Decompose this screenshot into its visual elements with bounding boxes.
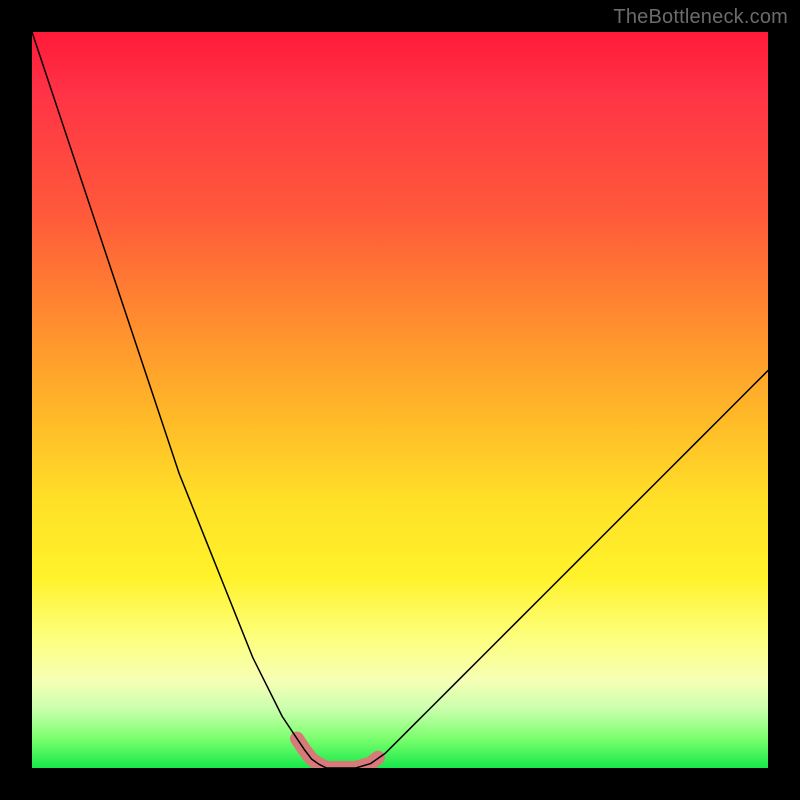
bottleneck-curve [32, 32, 768, 768]
flat-bottom-marker [297, 739, 378, 768]
watermark-text: TheBottleneck.com [613, 6, 788, 29]
curve-layer [32, 32, 768, 768]
plot-area [32, 32, 768, 768]
chart-frame: TheBottleneck.com [0, 0, 800, 800]
